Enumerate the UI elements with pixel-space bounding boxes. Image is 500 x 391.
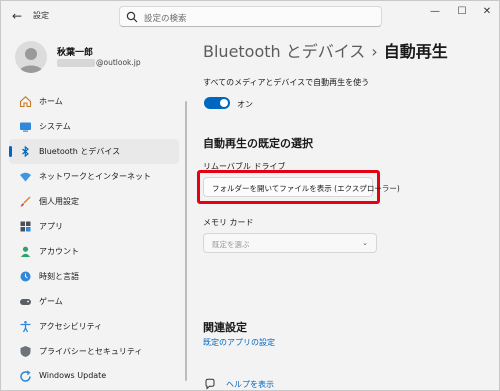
windows-update-icon — [20, 370, 31, 382]
related-settings-title: 関連設定 — [203, 321, 247, 334]
search-input[interactable]: 設定の検索 — [119, 6, 382, 27]
default-apps-link[interactable]: 既定のアプリの設定 — [203, 337, 275, 348]
sidebar-item-privacy[interactable]: プライバシーとセキュリティ — [9, 339, 179, 364]
profile-name: 秋葉一郎 — [57, 48, 94, 58]
sidebar-item-label: 時刻と言語 — [39, 272, 79, 281]
sidebar-item-network[interactable]: ネットワークとインターネット — [9, 164, 179, 189]
app-title: 設定 — [33, 11, 49, 20]
apps-icon — [20, 221, 31, 232]
maximize-icon[interactable]: ☐ — [453, 5, 471, 19]
page-title: 自動再生 — [383, 42, 448, 61]
bluetooth-icon — [22, 145, 29, 158]
avatar[interactable] — [15, 41, 47, 73]
breadcrumb-separator: › — [371, 42, 378, 61]
search-placeholder: 設定の検索 — [144, 14, 187, 24]
section-title: 自動再生の既定の選択 — [203, 137, 313, 150]
sidebar-item-windows-update[interactable]: Windows Update — [9, 364, 179, 389]
email-redaction — [57, 59, 95, 67]
dropdown-value: 既定を選ぶ — [212, 240, 250, 249]
sidebar-item-gaming[interactable]: ゲーム — [9, 289, 179, 314]
person-icon — [19, 48, 43, 73]
sidebar-item-label: ゲーム — [39, 297, 63, 306]
use-autoplay-label: すべてのメディアとデバイスで自動再生を使う — [203, 78, 370, 87]
profile-email: @outlook.jp — [96, 58, 141, 67]
minimize-icon[interactable]: — — [426, 5, 444, 19]
search-icon — [126, 11, 138, 23]
sidebar-item-label: ネットワークとインターネット — [39, 172, 151, 181]
privacy-icon — [20, 346, 31, 357]
help-icon — [205, 378, 215, 390]
toggle-knob — [220, 99, 228, 107]
back-arrow-icon[interactable]: ← — [9, 8, 25, 24]
account-icon — [20, 246, 31, 257]
system-icon — [20, 122, 31, 132]
sidebar-item-personalization[interactable]: 個人用設定 — [9, 189, 179, 214]
time-language-icon — [20, 271, 31, 282]
sidebar-item-label: プライバシーとセキュリティ — [39, 347, 143, 356]
sidebar-item-label: アクセシビリティ — [39, 322, 103, 331]
gaming-icon — [20, 299, 31, 305]
sidebar-item-label: ホーム — [39, 97, 63, 106]
sidebar-item-apps[interactable]: アプリ — [9, 214, 179, 239]
sidebar-scrollbar[interactable] — [185, 101, 187, 381]
sidebar-item-label: システム — [39, 122, 71, 131]
sidebar-item-system[interactable]: システム — [9, 114, 179, 139]
memory-card-dropdown[interactable]: 既定を選ぶ ⌄ — [203, 233, 377, 253]
sidebar-item-bluetooth[interactable]: Bluetooth とデバイス — [9, 139, 179, 164]
breadcrumb-parent[interactable]: Bluetooth とデバイス — [203, 42, 365, 61]
sidebar-item-accessibility[interactable]: アクセシビリティ — [9, 314, 179, 339]
sidebar-item-label: Bluetooth とデバイス — [39, 147, 121, 156]
sidebar-item-label: アカウント — [39, 247, 79, 256]
sidebar-item-label: 個人用設定 — [39, 197, 79, 206]
breadcrumb: Bluetooth とデバイス › 自動再生 — [203, 38, 448, 62]
settings-window: ← 設定 設定の検索 — ☐ ✕ 秋葉一郎 @outlook.jp ホーム シス… — [0, 0, 500, 391]
accessibility-icon — [20, 321, 31, 333]
sidebar-item-label: アプリ — [39, 222, 63, 231]
home-icon — [19, 96, 32, 108]
network-icon — [20, 172, 31, 182]
chevron-down-icon: ⌄ — [362, 239, 368, 247]
sidebar-item-account[interactable]: アカウント — [9, 239, 179, 264]
memory-card-label: メモリ カード — [203, 218, 254, 227]
autoplay-toggle[interactable] — [204, 97, 230, 109]
help-link[interactable]: ヘルプを表示 — [226, 379, 274, 390]
close-icon[interactable]: ✕ — [478, 5, 496, 19]
chevron-down-icon: ⌄ — [358, 183, 364, 191]
toggle-state-label: オン — [237, 100, 253, 109]
title-bar: ← 設定 設定の検索 — ☐ ✕ — [1, 1, 500, 31]
dropdown-value: フォルダーを開いてファイルを表示 (エクスプローラー) — [212, 184, 400, 193]
personalization-icon — [20, 196, 31, 207]
sidebar-item-time-language[interactable]: 時刻と言語 — [9, 264, 179, 289]
sidebar: ホーム システム Bluetooth とデバイス ネットワークとインターネット … — [9, 89, 179, 389]
sidebar-item-label: Windows Update — [39, 371, 107, 380]
removable-drive-dropdown[interactable]: フォルダーを開いてファイルを表示 (エクスプローラー) ⌄ — [203, 177, 400, 197]
sidebar-item-home[interactable]: ホーム — [9, 89, 179, 114]
